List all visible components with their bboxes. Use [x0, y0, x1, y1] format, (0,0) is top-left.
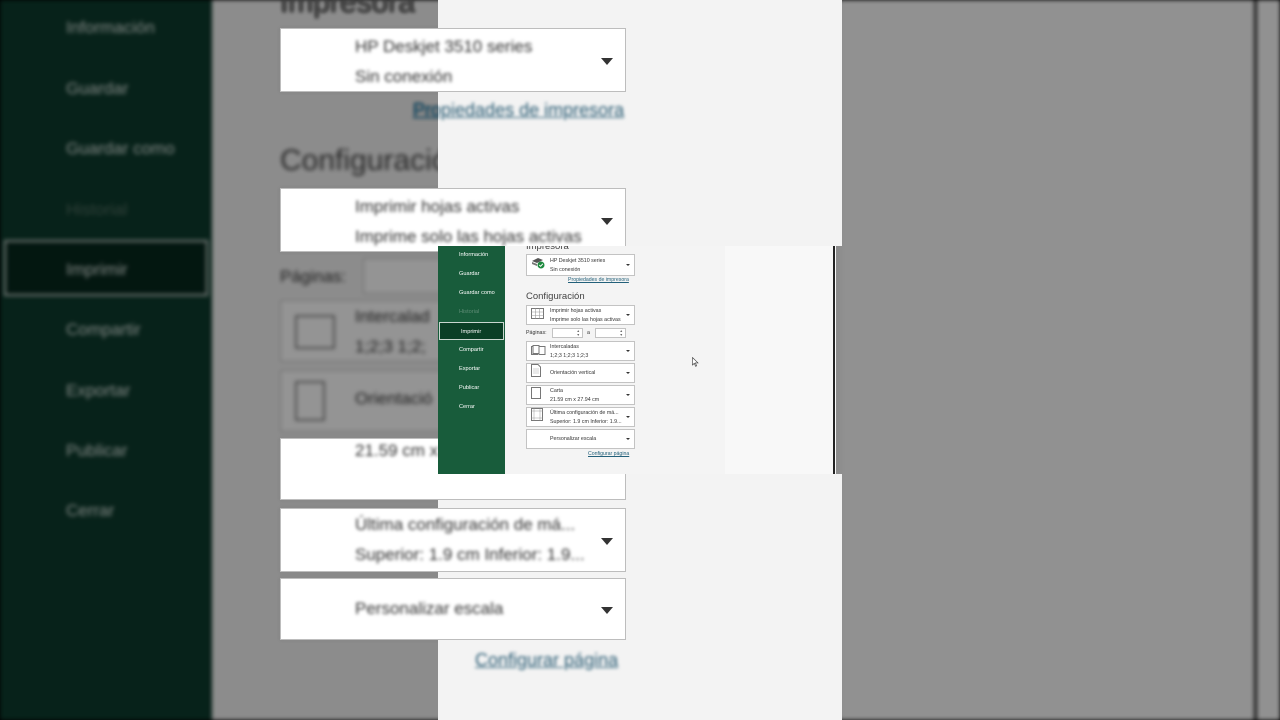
paper-size-dropdown[interactable]: Carta 21.59 cm x 27.94 cm — [526, 385, 635, 405]
sidebar-item-cerrar[interactable]: Cerrar — [438, 398, 505, 416]
mid-scope-subtitle: Imprime solo las hojas activas — [355, 227, 582, 246]
bg-collate-sub: 1;2;3 1;2; — [355, 337, 426, 356]
bg-pages-input — [363, 258, 443, 294]
printer-dropdown[interactable]: HP Deskjet 3510 series Sin conexión — [526, 254, 635, 276]
mid-strip-top: Impresora HP Deskjet 3510 series Sin con… — [280, 0, 842, 252]
mid-printer-box: HP Deskjet 3510 series Sin conexión — [280, 28, 626, 92]
mid-printer-caret — [601, 58, 613, 65]
mid-margins-box: Última configuración de má... Superior: … — [280, 508, 626, 572]
margins-dropdown[interactable]: Última configuración de má... Superior: … — [526, 407, 635, 427]
print-scope-title: Imprimir hojas activas — [550, 308, 602, 314]
sidebar-item-compartir[interactable]: Compartir — [438, 341, 505, 359]
mid-margins-subtitle: Superior: 1.9 cm Inferior: 1.9... — [355, 545, 585, 564]
mid-scope-box: Imprimir hojas activas Imprime solo las … — [280, 188, 626, 252]
printer-section-title: Impresora — [526, 246, 569, 252]
chevron-down-icon — [626, 437, 630, 440]
printer-ok-icon — [531, 256, 545, 274]
orientation-dropdown[interactable]: Orientación vertical — [526, 363, 635, 383]
bg-sidebar-item: Publicar — [66, 441, 128, 460]
print-scope-dropdown[interactable]: Imprimir hojas activas Imprime solo las … — [526, 305, 635, 325]
chevron-down-icon — [626, 263, 630, 266]
bg-sidebar-item: Guardar — [66, 79, 129, 98]
pages-to-input[interactable]: ▲ ▼ — [595, 328, 626, 338]
print-settings-pane: Impresora HP Deskjet 3510 series Sin con… — [505, 246, 836, 474]
mid-scope-caret — [601, 218, 613, 225]
collate-dropdown[interactable]: Intercaladas 1;2;3 1;2;3 1;2;3 — [526, 341, 635, 361]
bg-sidebar-item: Imprimir — [66, 260, 128, 279]
preview-scrollbar[interactable] — [833, 246, 835, 474]
mid-printer-status: Sin conexión — [355, 67, 453, 86]
printer-properties-link[interactable]: Propiedades de impresora — [568, 277, 629, 283]
mid-printer-name: HP Deskjet 3510 series — [355, 37, 533, 56]
stage: Información Guardar Guardar como Histori… — [0, 0, 1280, 720]
margins-icon — [531, 408, 543, 426]
sidebar-item-publicar[interactable]: Publicar — [438, 379, 505, 397]
mid-printer-title: Impresora — [280, 0, 416, 19]
mid-margins-title: Última configuración de má... — [355, 515, 576, 534]
mid-scaling-box: Personalizar escala — [280, 578, 626, 640]
sidebar-item-guardar[interactable]: Guardar — [438, 265, 505, 283]
chevron-down-icon — [626, 415, 630, 418]
paper-size-title: Carta — [550, 388, 563, 394]
bg-sidebar-item: Exportar — [66, 381, 131, 400]
print-preview-area — [725, 246, 836, 474]
pages-from-input[interactable]: ▲ ▼ — [552, 328, 583, 338]
mouse-cursor-icon — [692, 354, 699, 372]
spinner-icon[interactable]: ▲ ▼ — [620, 329, 623, 337]
printer-status: Sin conexión — [550, 267, 581, 273]
mid-scaling-caret — [601, 607, 613, 614]
pages-label: Páginas: — [526, 330, 547, 336]
scaling-dropdown[interactable]: Personalizar escala — [526, 429, 635, 449]
print-scope-subtitle: Imprime solo las hojas activas — [550, 317, 621, 323]
backstage-sidebar: Información Guardar Guardar como Histori… — [438, 246, 505, 474]
bg-pages-label: Páginas: — [280, 267, 347, 286]
paper-size-icon — [531, 386, 541, 404]
portrait-page-icon — [531, 364, 541, 382]
sidebar-item-imprimir[interactable]: Imprimir — [439, 322, 504, 340]
bg-sidebar-item: Historial — [66, 200, 128, 219]
sidebar-item-guardar-como[interactable]: Guardar como — [438, 284, 505, 302]
mid-strip-bottom: 21.59 cm x 27.94 cm Última configuración… — [280, 438, 842, 720]
chevron-down-icon — [626, 371, 630, 374]
printer-name: HP Deskjet 3510 series — [550, 258, 606, 264]
sheet-grid-icon — [531, 306, 544, 324]
bg-sidebar-item: Información — [66, 18, 155, 37]
pages-separator: a — [587, 330, 590, 336]
chevron-down-icon — [626, 393, 630, 396]
chevron-down-icon — [626, 349, 630, 352]
bg-sidebar-item: Cerrar — [66, 501, 115, 520]
chevron-down-icon — [626, 313, 630, 316]
bg-sidebar: Información Guardar Guardar como Histori… — [0, 0, 212, 720]
bg-sidebar-item: Compartir — [66, 320, 141, 339]
collated-pages-icon — [531, 342, 546, 360]
settings-section-title: Configuración — [526, 291, 585, 302]
mid-margins-caret — [601, 538, 613, 545]
margins-title: Última configuración de má... — [550, 410, 619, 416]
sidebar-item-historial: Historial — [459, 309, 480, 315]
page-setup-link[interactable]: Configurar página — [588, 451, 629, 457]
margins-subtitle: Superior: 1.9 cm Inferior: 1.9... — [550, 419, 622, 425]
mid-scaling-title: Personalizar escala — [355, 599, 504, 618]
orientation-title: Orientación vertical — [550, 370, 596, 376]
bg-preview — [842, 0, 1280, 720]
collate-subtitle: 1;2;3 1;2;3 1;2;3 — [550, 353, 589, 359]
scaling-title: Personalizar escala — [550, 436, 597, 442]
mid-scope-title: Imprimir hojas activas — [355, 197, 520, 216]
bg-sidebar-item: Guardar como — [66, 139, 175, 158]
print-backstage-panel: Información Guardar Guardar como Histori… — [438, 246, 836, 474]
sidebar-item-exportar[interactable]: Exportar — [438, 360, 505, 378]
bg-orientation-title: Orientació — [355, 389, 433, 408]
mid-page-setup-link: Configurar página — [475, 650, 619, 670]
collate-title: Intercaladas — [550, 344, 579, 350]
paper-size-subtitle: 21.59 cm x 27.94 cm — [550, 397, 600, 403]
mid-properties-link: Propiedades de impresora — [413, 100, 625, 120]
sidebar-item-informacion[interactable]: Información — [438, 246, 505, 264]
bg-collate-title: Intercalad — [355, 307, 430, 326]
spinner-icon[interactable]: ▲ ▼ — [577, 329, 580, 337]
